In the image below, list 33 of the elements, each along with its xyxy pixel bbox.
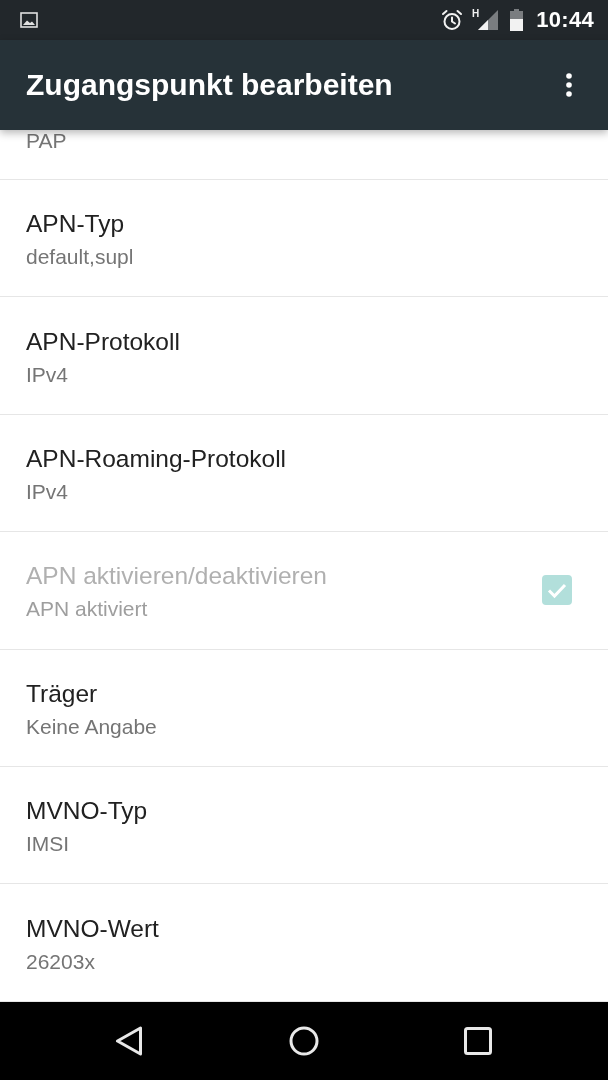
item-title: Träger [26,678,98,709]
back-icon[interactable] [115,1026,143,1056]
settings-item[interactable]: APN-Protokoll IPv4 [0,297,608,415]
network-type-label: H [472,9,480,19]
battery-icon [510,9,524,31]
settings-item[interactable]: APN-Roaming-Protokoll IPv4 [0,414,608,533]
alarm-clock-icon [441,9,463,31]
item-value: IPv4 [26,361,69,388]
settings-item[interactable]: Träger Keine Angabe [0,649,608,767]
item-title: APN-Typ [26,209,125,240]
recent-apps-icon[interactable] [464,1027,492,1055]
item-title: APN-Roaming-Protokoll [26,443,287,474]
item-value: 26203x [26,948,95,975]
item-value: Keine Angabe [26,713,157,740]
overflow-menu-icon[interactable] [566,73,572,97]
settings-item[interactable]: MVNO-Wert 26203x [0,884,608,1002]
item-title: MVNO-Wert [26,913,159,944]
item-value: IPv4 [26,478,69,505]
item-title: APN aktivieren/deaktivieren [26,561,327,592]
item-value: APN aktiviert [26,596,148,623]
settings-item[interactable]: PAP [0,130,608,180]
home-icon[interactable] [288,1026,319,1056]
item-value: PAP [26,130,67,152]
settings-item[interactable]: APN-Typ default,supl [0,180,608,298]
item-value: IMSI [26,831,70,858]
item-title: APN-Protokoll [26,326,180,357]
image-icon [20,12,38,28]
status-time: 10:44 [536,7,594,33]
signal-icon [478,10,499,30]
screen-title: Zugangspunkt bearbeiten [26,68,394,102]
item-title: MVNO-Typ [26,796,148,827]
settings-item[interactable]: MVNO-Typ IMSI [0,766,608,885]
item-value: default,supl [26,244,134,271]
